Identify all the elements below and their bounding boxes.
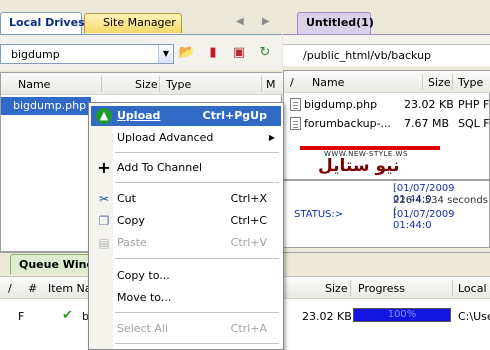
col-number[interactable]: # xyxy=(28,282,37,295)
col-slash: / xyxy=(290,76,294,89)
remote-file-name: forumbackup-... xyxy=(304,117,392,130)
col-size[interactable]: Size xyxy=(325,282,348,295)
tab-queue-window[interactable]: Queue Window xyxy=(10,254,90,274)
copy-icon: ❐ xyxy=(98,214,110,228)
menu-label: Paste xyxy=(117,236,147,249)
menu-cut[interactable]: ✂ Cut Ctrl+X xyxy=(91,189,281,209)
paste-icon: ▤ xyxy=(98,236,110,250)
remote-file-name: bigdump.php xyxy=(304,98,378,111)
menu-label: Move to... xyxy=(117,291,172,304)
menu-copy[interactable]: ❐ Copy Ctrl+C xyxy=(91,211,281,231)
menu-shortcut: Ctrl+V xyxy=(230,236,267,249)
col-item-name[interactable]: Item Na xyxy=(48,282,92,295)
col-progress[interactable]: Progress xyxy=(358,282,405,295)
menu-paste[interactable]: ▤ Paste Ctrl+V xyxy=(91,233,281,253)
menu-label: Add To Channel xyxy=(117,161,203,174)
menu-copy-to[interactable]: Copy to... xyxy=(91,266,281,286)
menu-label: Select All xyxy=(117,322,169,335)
col-type[interactable]: Type xyxy=(166,78,191,91)
remote-file-type: PHP F xyxy=(458,98,490,111)
tab-scroll-left-icon[interactable]: ◀ xyxy=(236,16,244,27)
col-local[interactable]: Local xyxy=(458,282,487,295)
progress-label: 100% xyxy=(387,309,417,320)
queue-row-flag: F xyxy=(18,310,25,323)
scissors-icon: ✂ xyxy=(98,192,110,206)
submenu-arrow-icon: ▶ xyxy=(268,133,275,142)
sql-file-icon xyxy=(290,117,301,130)
menu-label: Cut xyxy=(117,192,136,205)
remote-path-value: /public_html/vb/backup xyxy=(303,49,432,62)
tab-scroll-right-icon[interactable]: ▶ xyxy=(262,16,270,27)
queue-progress-bar: 100% xyxy=(353,308,451,322)
remote-file-type: SQL F xyxy=(458,117,490,130)
col-name[interactable]: Name xyxy=(18,78,50,91)
tab-local-drives[interactable]: Local Drives xyxy=(0,12,85,34)
remote-row[interactable]: forumbackup-... 7.67 MB SQL F xyxy=(284,114,490,132)
queue-item-size: 23.02 KB xyxy=(302,310,352,323)
menu-select-all[interactable]: Select All Ctrl+A xyxy=(91,319,281,339)
bookmark-icon[interactable]: ▮ xyxy=(204,44,222,62)
menu-upload-advanced[interactable]: Upload Advanced ▶ xyxy=(91,128,281,148)
col-name[interactable]: Name xyxy=(312,76,344,89)
left-path-value: bigdump xyxy=(11,48,60,61)
remote-row[interactable]: bigdump.php 23.02 KB PHP F xyxy=(284,95,490,113)
file-name: bigdump.php xyxy=(13,99,87,112)
remote-file-size: 7.67 MB xyxy=(404,117,450,130)
plus-icon: + xyxy=(97,158,111,177)
file-row-bigdump[interactable]: bigdump.php xyxy=(1,97,91,115)
col-modified[interactable]: M xyxy=(266,78,276,91)
remote-tab-label: Untitled(1) xyxy=(306,16,374,29)
menu-label: Copy to... xyxy=(117,269,170,282)
menu-shortcut: Ctrl+X xyxy=(230,192,267,205)
queue-tab-label: Queue Window xyxy=(19,258,89,271)
folder-up-icon[interactable]: 📂 xyxy=(178,44,196,62)
chevron-down-icon[interactable]: ▼ xyxy=(158,45,173,63)
menu-upload[interactable]: ▲ Upload Ctrl+PgUp xyxy=(91,106,281,126)
context-menu: ▲ Upload Ctrl+PgUp Upload Advanced ▶ + A… xyxy=(88,102,284,350)
properties-icon[interactable]: ▣ xyxy=(230,44,248,62)
logo-arabic: نيو ستايل xyxy=(318,156,400,176)
right-toolbar xyxy=(283,34,490,44)
log-line-time: [01/07/2009 01:44:0 xyxy=(393,209,455,231)
col-size[interactable]: Size xyxy=(428,76,451,89)
col-slash: / xyxy=(8,282,12,295)
refresh-folder-icon[interactable]: ↻ xyxy=(256,44,274,62)
watermark-logo: WWW.NEW-STYLE.WS نيو ستايل xyxy=(300,146,440,184)
check-icon: ✔ xyxy=(62,308,73,323)
menu-shortcut: Ctrl+PgUp xyxy=(202,109,268,122)
queue-item-local: C:\Use xyxy=(458,310,490,323)
menu-label: Upload xyxy=(117,109,161,122)
remote-path-field[interactable]: /public_html/vb/backup xyxy=(283,44,490,66)
menu-label: Copy xyxy=(117,214,145,227)
log-status-label: STATUS:> xyxy=(294,209,344,220)
menu-shortcut: Ctrl+A xyxy=(230,322,267,335)
left-path-combo[interactable]: bigdump ▼ xyxy=(0,44,174,64)
col-size[interactable]: Size xyxy=(135,78,158,91)
col-type[interactable]: Type xyxy=(458,76,483,89)
remote-file-size: 23.02 KB xyxy=(404,98,454,111)
menu-add-to-channel[interactable]: + Add To Channel xyxy=(91,158,281,178)
menu-move-to[interactable]: Move to... xyxy=(91,288,281,308)
php-file-icon xyxy=(290,98,301,111)
menu-label: Upload Advanced xyxy=(117,131,214,144)
log-panel: [01/07/2009 01:44:0 226 4.534 seconds ( … xyxy=(283,180,490,248)
site-manager-label: Site Manager xyxy=(103,16,176,29)
tab-site-manager[interactable]: Site Manager xyxy=(84,13,182,33)
tab-untitled[interactable]: Untitled(1) xyxy=(297,12,374,34)
upload-arrow-icon: ▲ xyxy=(96,108,112,124)
menu-shortcut: Ctrl+C xyxy=(230,214,267,227)
